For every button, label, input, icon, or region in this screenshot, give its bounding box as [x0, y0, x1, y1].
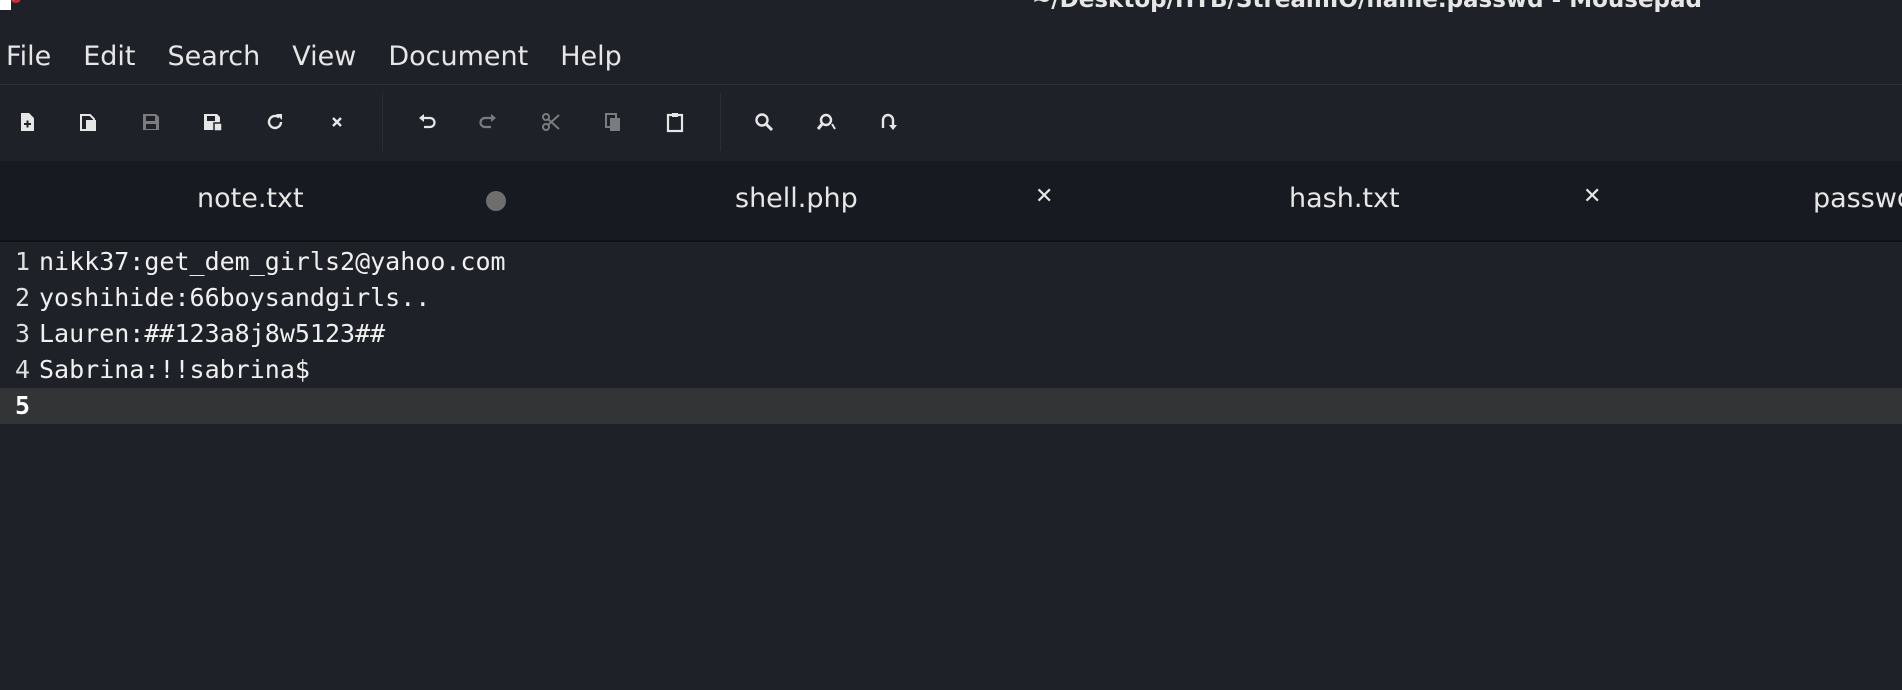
editor-line: 2 yoshihide:66boysandgirls..: [0, 280, 1902, 316]
toolbar-separator: [382, 93, 383, 151]
line-number: 1: [14, 247, 30, 276]
menu-document[interactable]: Document: [372, 41, 544, 72]
cut-button[interactable]: [533, 104, 569, 140]
paste-button[interactable]: [657, 104, 693, 140]
menu-file[interactable]: File: [0, 41, 67, 72]
tab-close-icon[interactable]: ✕: [1583, 184, 1601, 209]
go-to-line-button[interactable]: [870, 104, 906, 140]
tab-hash-txt[interactable]: hash.txt ✕: [1094, 161, 1641, 240]
editor-line-current: 5: [0, 388, 1902, 424]
editor-line: 3 Lauren:##123a8j8w5123##: [0, 316, 1902, 352]
line-text[interactable]: Lauren:##123a8j8w5123##: [39, 316, 385, 352]
menu-edit[interactable]: Edit: [67, 41, 151, 72]
tab-label: hash.txt: [1289, 183, 1400, 214]
line-text[interactable]: yoshihide:66boysandgirls..: [39, 280, 430, 316]
find-icon: [755, 113, 774, 132]
close-document-button[interactable]: [319, 104, 355, 140]
toolbar: [0, 84, 1902, 161]
find-replace-button[interactable]: [808, 104, 844, 140]
tab-note-txt[interactable]: note.txt: [0, 161, 547, 240]
mousepad-app-icon: [0, 0, 22, 10]
tab-label: passwd: [1813, 183, 1902, 214]
text-editor[interactable]: 1 nikk37:get_dem_girls2@yahoo.com 2 yosh…: [0, 242, 1902, 690]
line-number: 3: [14, 319, 30, 348]
new-window-icon: [80, 114, 96, 131]
new-document-icon: [21, 113, 34, 131]
save-button[interactable]: [133, 104, 169, 140]
redo-button[interactable]: [470, 104, 506, 140]
line-number: 5: [14, 391, 30, 420]
tab-bar: note.txt shell.php ✕ hash.txt ✕ passwd: [0, 161, 1902, 240]
editor-line: 1 nikk37:get_dem_girls2@yahoo.com: [0, 244, 1902, 280]
title-bar: ~/Desktop/HTB/StreamIO/name.passwd - Mou…: [0, 0, 1902, 14]
find-replace-icon: [816, 113, 836, 130]
save-icon: [143, 114, 159, 130]
copy-icon: [605, 113, 620, 131]
window-title: ~/Desktop/HTB/StreamIO/name.passwd - Mou…: [1032, 0, 1703, 13]
menu-search[interactable]: Search: [151, 41, 276, 72]
menu-help[interactable]: Help: [544, 41, 638, 72]
reload-button[interactable]: [257, 104, 293, 140]
tab-close-icon[interactable]: ✕: [1035, 184, 1053, 209]
cut-icon: [542, 113, 560, 131]
modified-indicator-icon[interactable]: [486, 191, 506, 211]
line-text[interactable]: nikk37:get_dem_girls2@yahoo.com: [39, 244, 506, 280]
new-document-button[interactable]: [9, 104, 45, 140]
save-as-icon: [204, 114, 223, 132]
editor-line: 4 Sabrina:!!sabrina$: [0, 352, 1902, 388]
reload-icon: [267, 114, 283, 130]
undo-icon: [419, 114, 436, 129]
menu-view[interactable]: View: [276, 41, 372, 72]
line-text[interactable]: Sabrina:!!sabrina$: [39, 352, 310, 388]
undo-button[interactable]: [409, 104, 445, 140]
tab-label: note.txt: [197, 183, 304, 214]
find-button[interactable]: [746, 104, 782, 140]
save-as-button[interactable]: [195, 104, 231, 140]
go-to-line-icon: [881, 113, 897, 130]
line-number: 4: [14, 355, 30, 384]
new-window-button[interactable]: [71, 104, 107, 140]
tab-passwd[interactable]: passwd: [1641, 161, 1902, 240]
tab-shell-php[interactable]: shell.php ✕: [547, 161, 1094, 240]
redo-icon: [479, 114, 496, 129]
paste-icon: [666, 113, 684, 133]
copy-button[interactable]: [595, 104, 631, 140]
menu-bar: File Edit Search View Document Help: [0, 36, 638, 76]
toolbar-separator: [720, 93, 721, 151]
tab-label: shell.php: [735, 183, 858, 214]
close-document-icon: [332, 117, 342, 127]
line-number: 2: [14, 283, 30, 312]
